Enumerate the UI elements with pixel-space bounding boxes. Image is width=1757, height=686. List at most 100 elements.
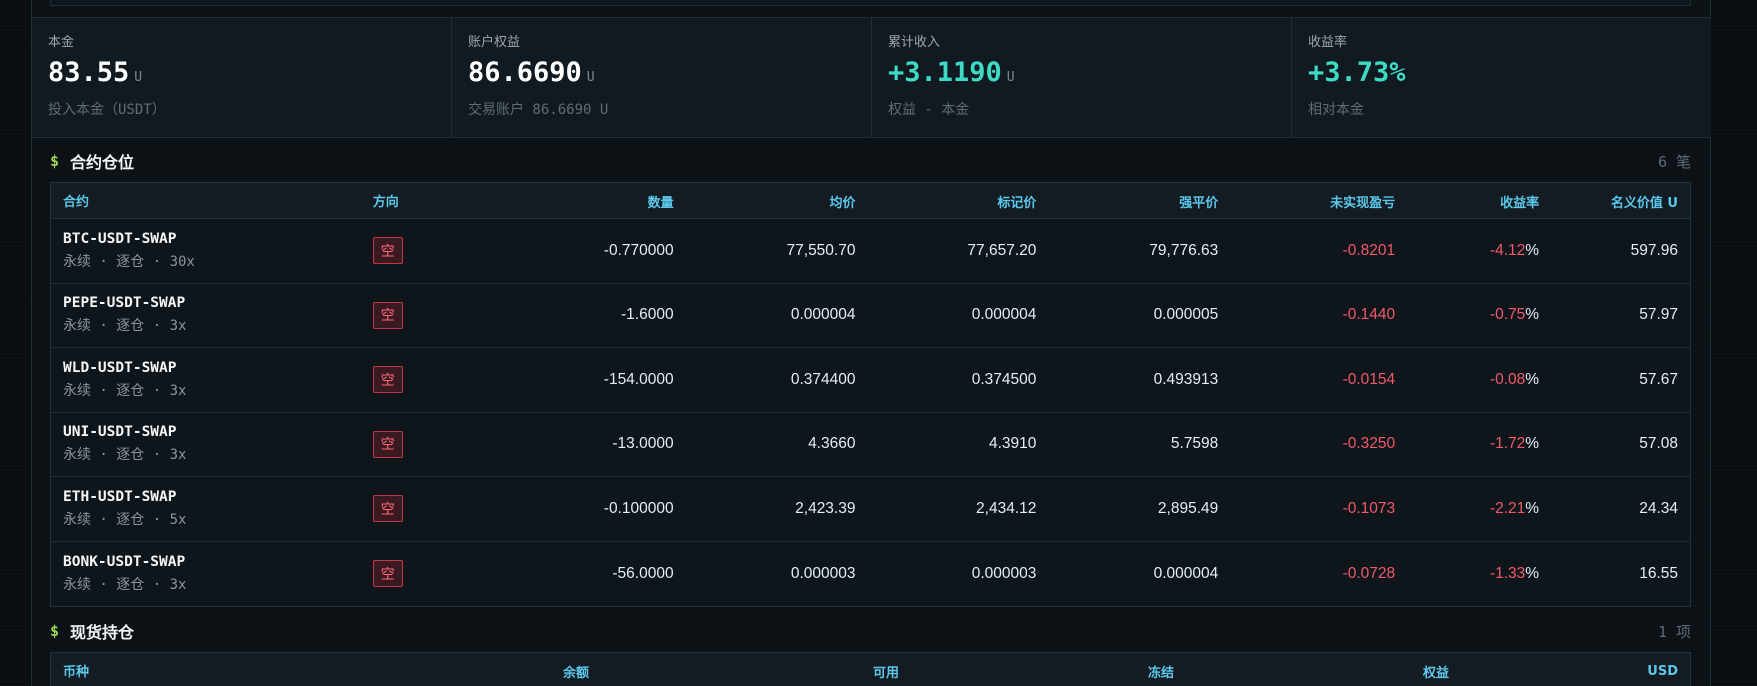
contracts-section-header: $ 合约仓位 6 笔	[50, 149, 1691, 173]
col-header[interactable]: 未实现盈亏	[1230, 183, 1407, 218]
section-count: 6 笔	[1657, 152, 1691, 171]
short-badge: 空	[372, 237, 403, 265]
table-row[interactable]: UNI-USDT-SWAP 永续 · 逐仓 · 3x 空 -13.0000 4.3660…	[51, 413, 1690, 477]
avg-price-cell: 4.3660	[808, 435, 856, 453]
unrealized-pnl-cell: -0.8201	[1342, 241, 1396, 259]
roe-cell: -0.08%	[1407, 348, 1551, 412]
liq-price-cell: 5.7598	[1170, 435, 1219, 453]
contract-meta: 永续 · 逐仓 · 5x	[63, 511, 187, 528]
stat-return-rate: 收益率 +3.73% 相对本金	[1292, 18, 1711, 137]
table-row[interactable]: BTC-USDT-SWAP 永续 · 逐仓 · 30x 空 -0.770000 77,5…	[51, 219, 1690, 284]
stat-value: +3.73%	[1308, 57, 1406, 88]
table-header: 合约 方向 数量 均价 标记价 强平价 未实现盈亏 收益率 名义价值 U	[51, 183, 1690, 219]
col-header[interactable]: 数量	[441, 183, 686, 218]
direction-cell: 空	[361, 348, 441, 412]
col-header[interactable]: USD	[1461, 653, 1690, 686]
col-header[interactable]: 均价	[686, 183, 868, 218]
roe-cell: -2.21%	[1407, 477, 1551, 541]
percent-sign: %	[1525, 306, 1540, 324]
roe-value: -0.08	[1489, 370, 1526, 388]
stat-value: +3.1190	[888, 57, 1002, 88]
notional-cell: 57.97	[1639, 306, 1678, 324]
percent-sign: %	[1525, 435, 1540, 453]
direction-cell: 空	[361, 413, 441, 477]
unrealized-pnl-cell: -0.3250	[1342, 435, 1396, 453]
stat-sub: 交易账户 86.6690 U	[468, 102, 609, 118]
contract-cell: BONK-USDT-SWAP 永续 · 逐仓 · 3x	[51, 542, 361, 607]
contract-meta: 永续 · 逐仓 · 3x	[63, 576, 187, 593]
notional-cell: 16.55	[1639, 564, 1678, 582]
roe-value: -4.12	[1489, 241, 1526, 259]
table-body: BTC-USDT-SWAP 永续 · 逐仓 · 30x 空 -0.770000 77,5…	[51, 219, 1690, 606]
liq-price-cell: 0.000005	[1153, 306, 1219, 324]
stat-cumulative-income: 累计收入 +3.1190 U 权益 - 本金	[872, 18, 1292, 137]
notional-cell: 24.34	[1639, 499, 1678, 517]
contract-name[interactable]: BTC-USDT-SWAP	[63, 231, 177, 247]
stat-unit: U	[586, 70, 595, 85]
mark-price-cell: 2,434.12	[976, 499, 1037, 517]
col-header[interactable]: 强平价	[1048, 183, 1230, 218]
col-header[interactable]: 币种	[51, 653, 331, 686]
stat-label: 收益率	[1308, 35, 1348, 50]
notional-cell: 597.96	[1630, 241, 1678, 259]
quantity-cell: -13.0000	[612, 435, 674, 453]
table-row[interactable]: BONK-USDT-SWAP 永续 · 逐仓 · 3x 空 -56.0000 0.000…	[51, 542, 1690, 607]
stat-sub: 相对本金	[1308, 102, 1364, 118]
stat-label: 账户权益	[468, 35, 521, 50]
col-header[interactable]: 余额	[331, 653, 601, 686]
liq-price-cell: 0.493913	[1153, 370, 1219, 388]
roe-cell: -1.72%	[1407, 413, 1551, 477]
short-badge: 空	[372, 366, 403, 394]
table-row[interactable]: ETH-USDT-SWAP 永续 · 逐仓 · 5x 空 -0.100000 2,423…	[51, 477, 1690, 542]
roe-cell: -1.33%	[1407, 542, 1551, 607]
contract-name[interactable]: UNI-USDT-SWAP	[63, 424, 177, 440]
roe-cell: -4.12%	[1407, 219, 1551, 283]
col-header[interactable]: 合约	[51, 183, 361, 218]
avg-price-cell: 0.000004	[790, 306, 856, 324]
avg-price-cell: 77,550.70	[786, 241, 856, 259]
top-panel-edge	[50, 0, 1691, 6]
col-header[interactable]: 方向	[361, 183, 441, 218]
contract-cell: ETH-USDT-SWAP 永续 · 逐仓 · 5x	[51, 477, 361, 541]
direction-cell: 空	[361, 477, 441, 541]
avg-price-cell: 0.000003	[790, 564, 856, 582]
stat-sub: 投入本金（USDT）	[48, 102, 166, 118]
col-header[interactable]: 冻结	[911, 653, 1186, 686]
table-row[interactable]: WLD-USDT-SWAP 永续 · 逐仓 · 3x 空 -154.0000 0.374…	[51, 348, 1690, 413]
col-header[interactable]: 名义价值 U	[1551, 183, 1690, 218]
section-title: 合约仓位	[70, 153, 135, 172]
quantity-cell: -1.6000	[621, 306, 674, 324]
contract-name[interactable]: BONK-USDT-SWAP	[63, 554, 185, 570]
col-header[interactable]: 标记价	[867, 183, 1048, 218]
liq-price-cell: 0.000004	[1153, 564, 1219, 582]
contract-meta: 永续 · 逐仓 · 3x	[63, 318, 187, 335]
stat-value: 83.55	[48, 57, 130, 88]
avg-price-cell: 2,423.39	[795, 499, 856, 517]
direction-cell: 空	[361, 542, 441, 607]
quantity-cell: -0.770000	[603, 241, 674, 259]
notional-cell: 57.67	[1639, 370, 1678, 388]
contract-name[interactable]: WLD-USDT-SWAP	[63, 360, 177, 376]
col-header[interactable]: 权益	[1186, 653, 1461, 686]
stat-principal: 本金 83.55 U 投入本金（USDT）	[32, 18, 452, 137]
mark-price-cell: 4.3910	[988, 435, 1037, 453]
contract-cell: UNI-USDT-SWAP 永续 · 逐仓 · 3x	[51, 413, 361, 477]
unrealized-pnl-cell: -0.0728	[1342, 564, 1396, 582]
stat-label: 本金	[48, 35, 75, 50]
percent-sign: %	[1525, 370, 1540, 388]
roe-value: -2.21	[1489, 499, 1526, 517]
section-title: 现货持仓	[70, 623, 135, 642]
percent-sign: %	[1525, 499, 1540, 517]
contract-name[interactable]: PEPE-USDT-SWAP	[63, 295, 185, 311]
roe-cell: -0.75%	[1407, 284, 1551, 348]
col-header[interactable]: 收益率	[1407, 183, 1551, 218]
stat-unit: U	[1006, 70, 1015, 85]
table-row[interactable]: PEPE-USDT-SWAP 永续 · 逐仓 · 3x 空 -1.6000 0.0000…	[51, 284, 1690, 348]
quantity-cell: -0.100000	[603, 499, 674, 517]
col-header[interactable]: 可用	[601, 653, 911, 686]
contract-name[interactable]: ETH-USDT-SWAP	[63, 489, 177, 505]
contract-meta: 永续 · 逐仓 · 3x	[63, 447, 187, 464]
contract-cell: PEPE-USDT-SWAP 永续 · 逐仓 · 3x	[51, 284, 361, 348]
unrealized-pnl-cell: -0.1440	[1342, 306, 1396, 324]
stat-sub: 权益 - 本金	[888, 102, 970, 118]
